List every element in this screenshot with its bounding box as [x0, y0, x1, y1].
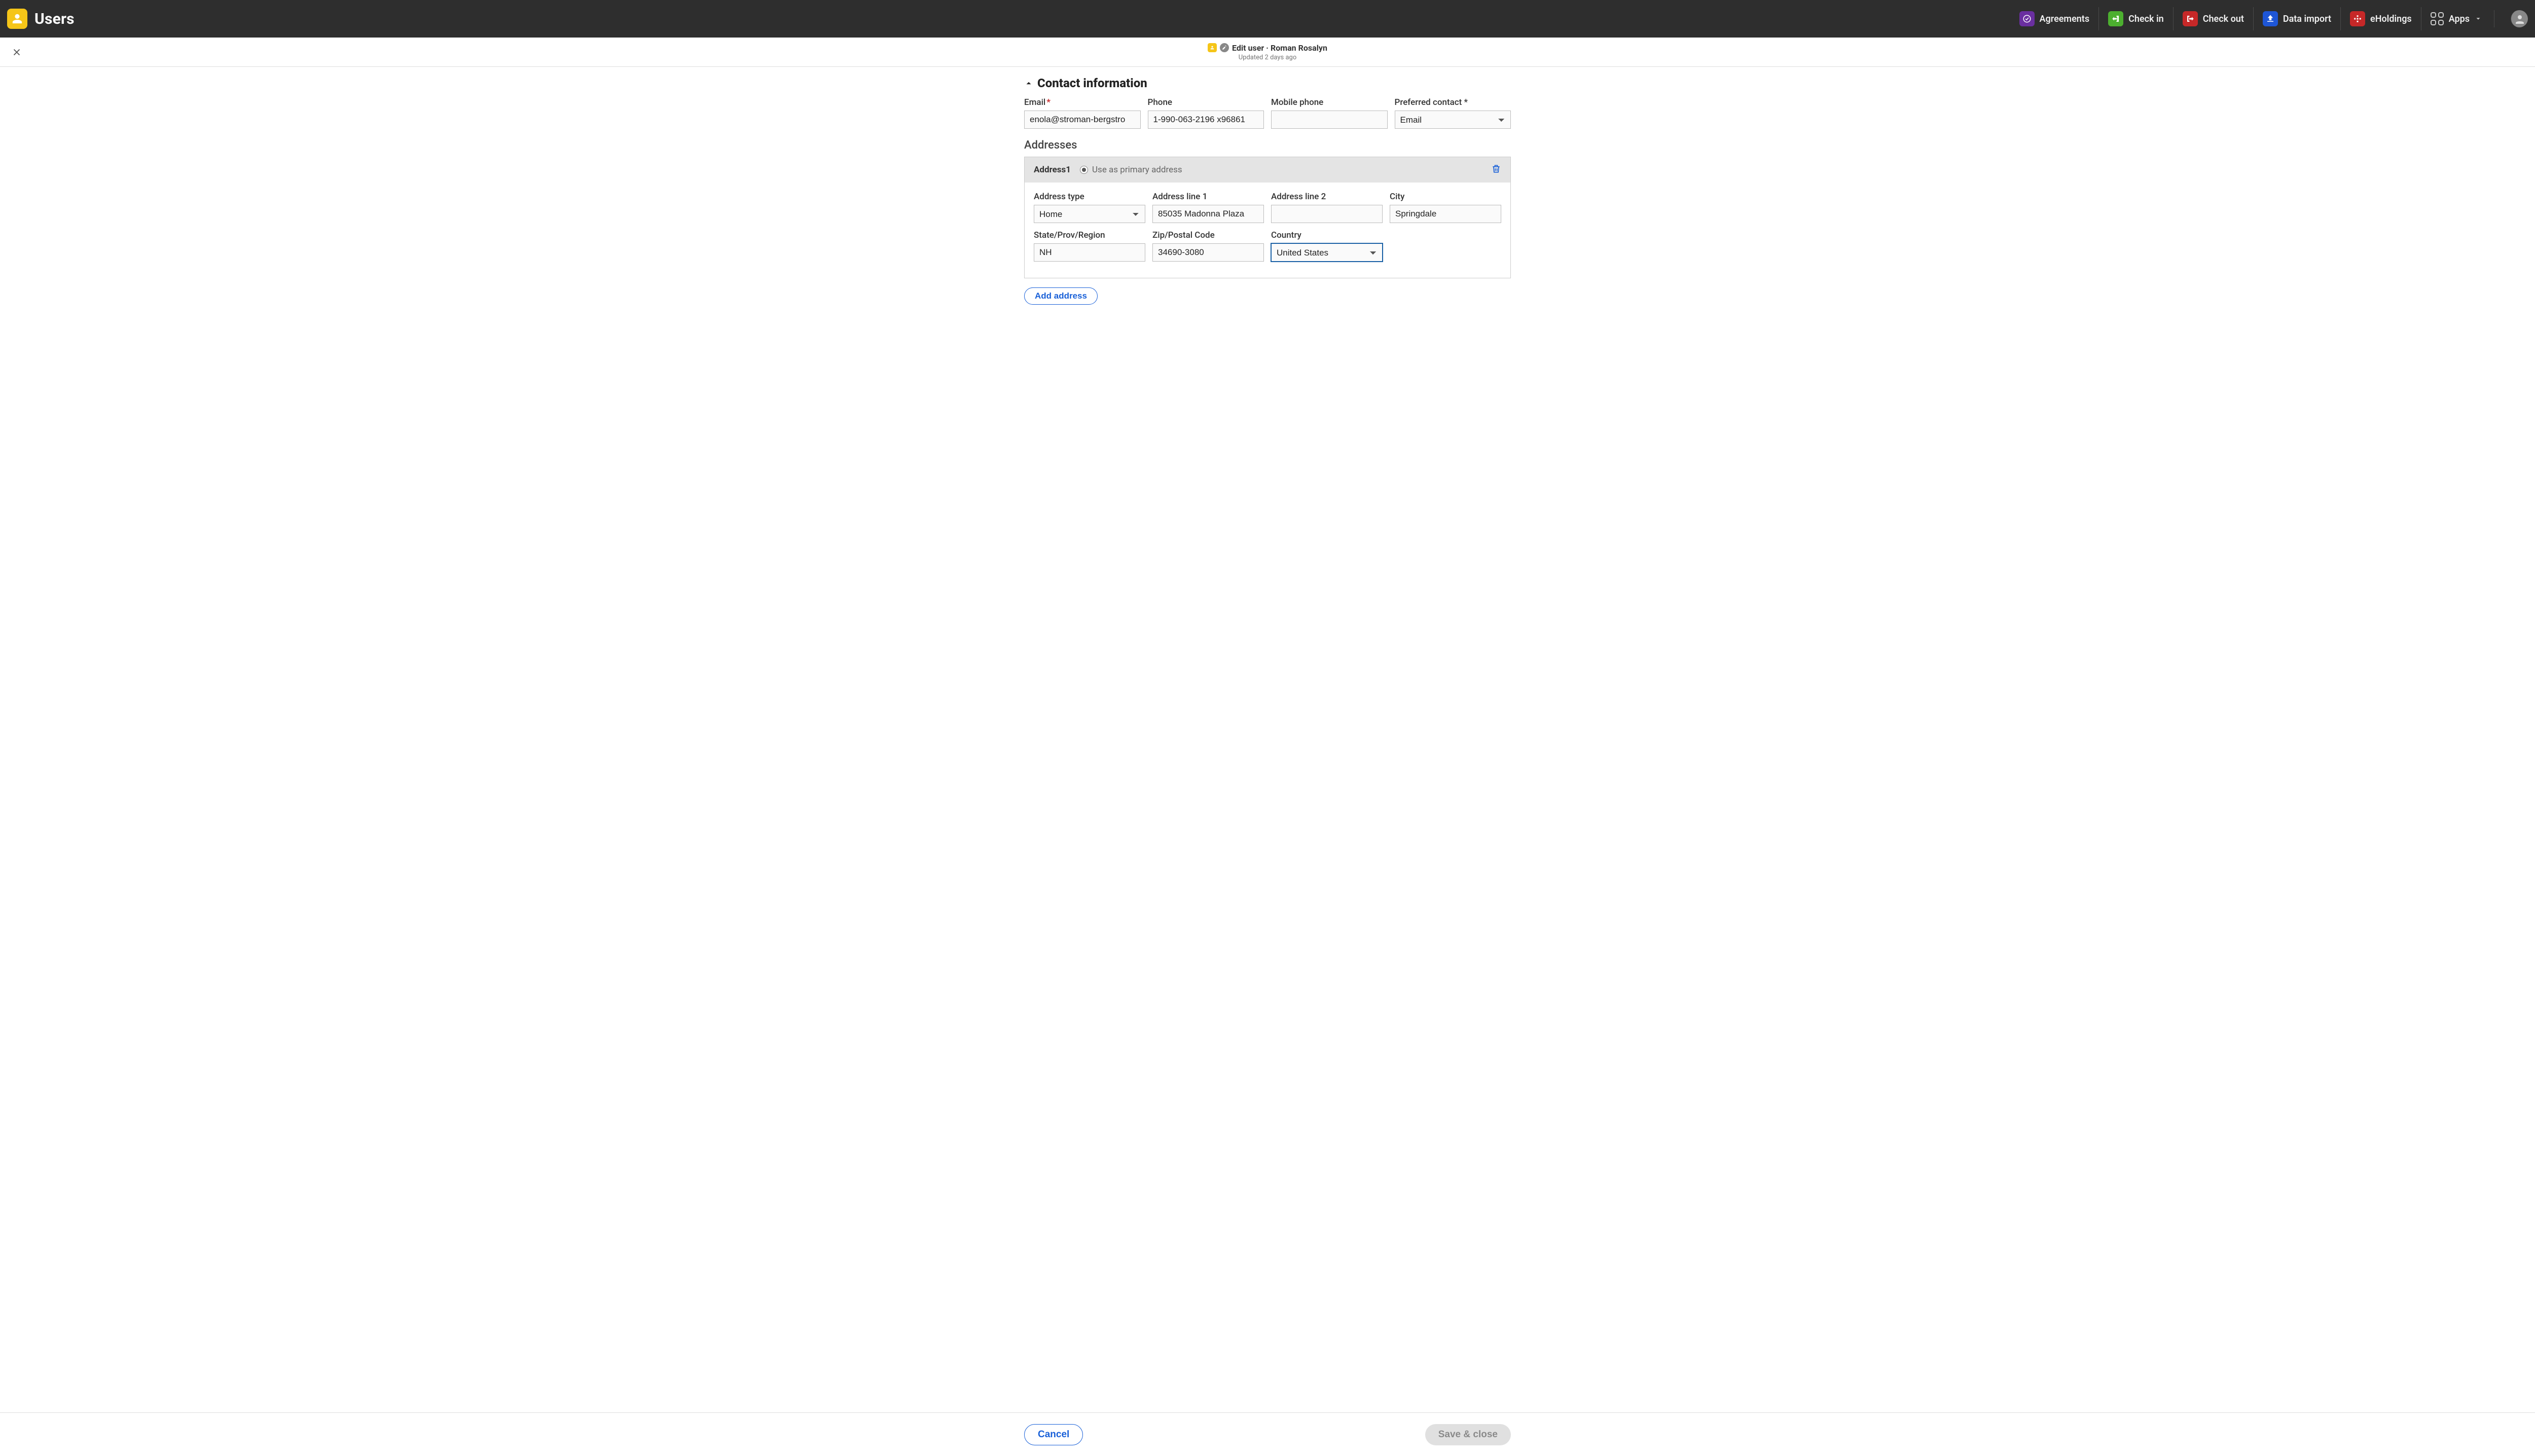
addresses-heading: Addresses [1024, 139, 1511, 152]
users-app-icon [7, 9, 27, 29]
app-brand: Users [7, 9, 75, 29]
address-line1-label: Address line 1 [1152, 192, 1264, 202]
footer-bar: Cancel Save & close [0, 1412, 2535, 1456]
city-label: City [1390, 192, 1501, 202]
preferred-contact-label: Preferred contact * [1395, 97, 1511, 107]
close-icon [11, 47, 22, 58]
eholdings-icon [2350, 11, 2365, 26]
pane-title-wrap: Edit user · Roman Rosalyn Updated 2 days… [24, 43, 2511, 61]
primary-address-label: Use as primary address [1092, 165, 1182, 175]
preferred-contact-select[interactable]: Email [1395, 111, 1511, 129]
save-close-button[interactable]: Save & close [1425, 1424, 1511, 1445]
nav-label: Check in [2128, 14, 2164, 24]
app-title: Users [34, 10, 75, 28]
close-button[interactable] [9, 45, 24, 60]
city-group: City [1390, 192, 1501, 223]
nav-label: Agreements [2040, 14, 2090, 24]
pane-subtitle: Updated 2 days ago [1239, 54, 1297, 61]
country-group: Country United States [1271, 230, 1383, 262]
profile-avatar-icon [2511, 10, 2528, 27]
nav-items: Agreements Check in Check out Data impor… [2010, 7, 2528, 30]
top-navbar: Users Agreements Check in Check out Data [0, 0, 2535, 38]
nav-check-out[interactable]: Check out [2173, 7, 2253, 30]
nav-apps[interactable]: Apps [2421, 7, 2491, 30]
address-line1-input[interactable] [1152, 205, 1264, 223]
cancel-button[interactable]: Cancel [1024, 1424, 1083, 1445]
nav-agreements[interactable]: Agreements [2010, 7, 2099, 30]
country-select[interactable]: United States [1271, 243, 1383, 262]
email-label: Email* [1024, 97, 1141, 107]
address-line2-label: Address line 2 [1271, 192, 1383, 202]
pane-header: Edit user · Roman Rosalyn Updated 2 days… [0, 38, 2535, 67]
primary-address-radio[interactable]: Use as primary address [1080, 165, 1182, 175]
nav-eholdings[interactable]: eHoldings [2340, 7, 2421, 30]
nav-label: Check out [2203, 14, 2244, 24]
state-input[interactable] [1034, 243, 1145, 262]
state-label: State/Prov/Region [1034, 230, 1145, 240]
users-mini-icon [1208, 43, 1217, 52]
address-line2-input[interactable] [1271, 205, 1383, 223]
nav-label: Data import [2283, 14, 2331, 24]
email-field-group: Email* [1024, 97, 1141, 129]
pane-title: Edit user · Roman Rosalyn [1232, 43, 1327, 53]
city-input[interactable] [1390, 205, 1501, 223]
nav-check-in[interactable]: Check in [2098, 7, 2173, 30]
mobile-field-group: Mobile phone [1271, 97, 1388, 129]
address-type-group: Address type Home [1034, 192, 1145, 223]
phone-input[interactable] [1148, 111, 1264, 129]
apps-grid-icon [2431, 12, 2444, 25]
radio-icon [1080, 166, 1088, 174]
dataimport-icon [2263, 11, 2278, 26]
add-address-button[interactable]: Add address [1024, 287, 1098, 305]
phone-field-group: Phone [1148, 97, 1264, 129]
nav-label: eHoldings [2370, 14, 2412, 24]
pencil-icon [1220, 43, 1229, 52]
preferred-contact-group: Preferred contact * Email [1395, 97, 1511, 129]
form-content: Contact information Email* Phone Mobile … [1019, 67, 1516, 360]
address-line2-group: Address line 2 [1271, 192, 1383, 223]
country-label: Country [1271, 230, 1383, 240]
zip-group: Zip/Postal Code [1152, 230, 1264, 262]
email-input[interactable] [1024, 111, 1141, 129]
address-line1-group: Address line 1 [1152, 192, 1264, 223]
phone-label: Phone [1148, 97, 1264, 107]
zip-label: Zip/Postal Code [1152, 230, 1264, 240]
zip-input[interactable] [1152, 243, 1264, 262]
address-card-title: Address1 [1034, 165, 1071, 175]
chevron-down-icon [2475, 15, 2482, 22]
mobile-label: Mobile phone [1271, 97, 1388, 107]
address-card-1: Address1 Use as primary address Address … [1024, 157, 1511, 278]
nav-data-import[interactable]: Data import [2253, 7, 2340, 30]
address-type-label: Address type [1034, 192, 1145, 202]
chevron-up-icon [1024, 79, 1033, 88]
delete-address-button[interactable] [1491, 163, 1501, 176]
agreements-icon [2019, 11, 2035, 26]
nav-label: Apps [2449, 14, 2470, 24]
address-type-select[interactable]: Home [1034, 205, 1145, 223]
contact-section-toggle[interactable]: Contact information [1024, 76, 1511, 90]
address-card-header: Address1 Use as primary address [1025, 157, 1510, 183]
state-group: State/Prov/Region [1034, 230, 1145, 262]
checkin-icon [2108, 11, 2123, 26]
mobile-input[interactable] [1271, 111, 1388, 129]
trash-icon [1491, 163, 1501, 174]
checkout-icon [2183, 11, 2198, 26]
contact-heading: Contact information [1037, 76, 1147, 90]
profile-menu[interactable] [2494, 10, 2528, 27]
